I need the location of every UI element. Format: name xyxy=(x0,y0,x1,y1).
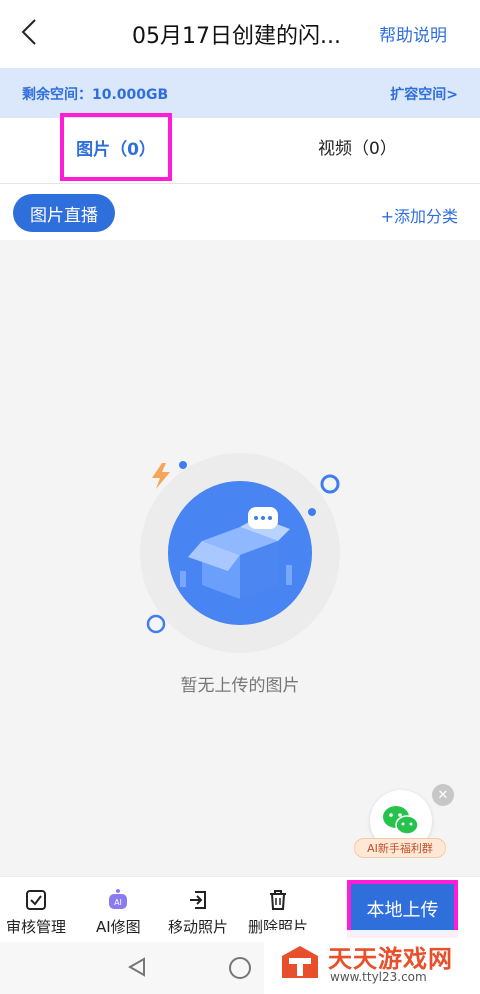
ai-retouch-label: AI修图 xyxy=(96,918,141,936)
category-row: 图片直播 +添加分类 xyxy=(0,186,480,240)
svg-text:AI: AI xyxy=(114,898,122,907)
wechat-group-label: AI新手福利群 xyxy=(354,838,446,858)
watermark-url: www.ttyl23.com xyxy=(330,970,427,984)
media-tabs: 图片（0） 视频（0） xyxy=(0,113,480,184)
system-home-icon[interactable] xyxy=(229,957,251,979)
watermark-title: 天天游戏网 xyxy=(328,945,453,973)
trash-icon xyxy=(265,887,291,913)
expand-space-link[interactable]: 扩容空间> xyxy=(390,84,458,104)
ring-decoration xyxy=(320,474,340,494)
tab-photos[interactable]: 图片（0） xyxy=(60,113,172,181)
remaining-space-text: 剩余空间：10.000GB xyxy=(22,87,169,103)
storage-bar: 剩余空间：10.000GB 扩容空间> xyxy=(0,68,480,118)
page-title: 05月17日创建的闪... xyxy=(132,24,341,49)
close-icon[interactable]: ✕ xyxy=(432,784,454,806)
ring-decoration xyxy=(146,614,166,634)
photo-live-button[interactable]: 图片直播 xyxy=(13,194,115,232)
tab-videos[interactable]: 视频（0） xyxy=(318,134,397,159)
move-icon xyxy=(185,887,211,913)
watermark-logo-icon xyxy=(282,946,318,978)
move-photos-button[interactable]: 移动照片 xyxy=(168,887,228,937)
wechat-icon xyxy=(383,806,419,835)
dot-decoration xyxy=(308,508,316,516)
review-manage-label: 审核管理 xyxy=(6,918,67,936)
tab-photos-label: 图片（0） xyxy=(76,139,156,160)
app-header: 05月17日创建的闪... 帮助说明 xyxy=(0,0,480,66)
add-category-button[interactable]: +添加分类 xyxy=(381,203,458,227)
dot-decoration xyxy=(179,461,187,469)
review-manage-button[interactable]: 审核管理 xyxy=(6,887,66,937)
system-back-icon[interactable] xyxy=(126,956,148,978)
lightning-icon xyxy=(152,463,170,489)
chevron-left-icon xyxy=(21,19,36,45)
photo-list-area: 暂无上传的图片 ✕ AI新手福利群 xyxy=(0,240,480,876)
wechat-group-float[interactable]: ✕ AI新手福利群 xyxy=(352,784,456,872)
ai-retouch-button[interactable]: AI AI修图 xyxy=(96,887,141,937)
watermark: 天天游戏网 www.ttyl23.com xyxy=(264,930,480,994)
help-link[interactable]: 帮助说明 xyxy=(379,21,447,46)
move-photos-label: 移动照片 xyxy=(168,918,229,936)
checkbox-icon xyxy=(23,887,49,913)
ai-robot-icon: AI xyxy=(105,887,131,913)
back-button[interactable] xyxy=(14,14,44,50)
empty-message: 暂无上传的图片 xyxy=(180,676,300,696)
